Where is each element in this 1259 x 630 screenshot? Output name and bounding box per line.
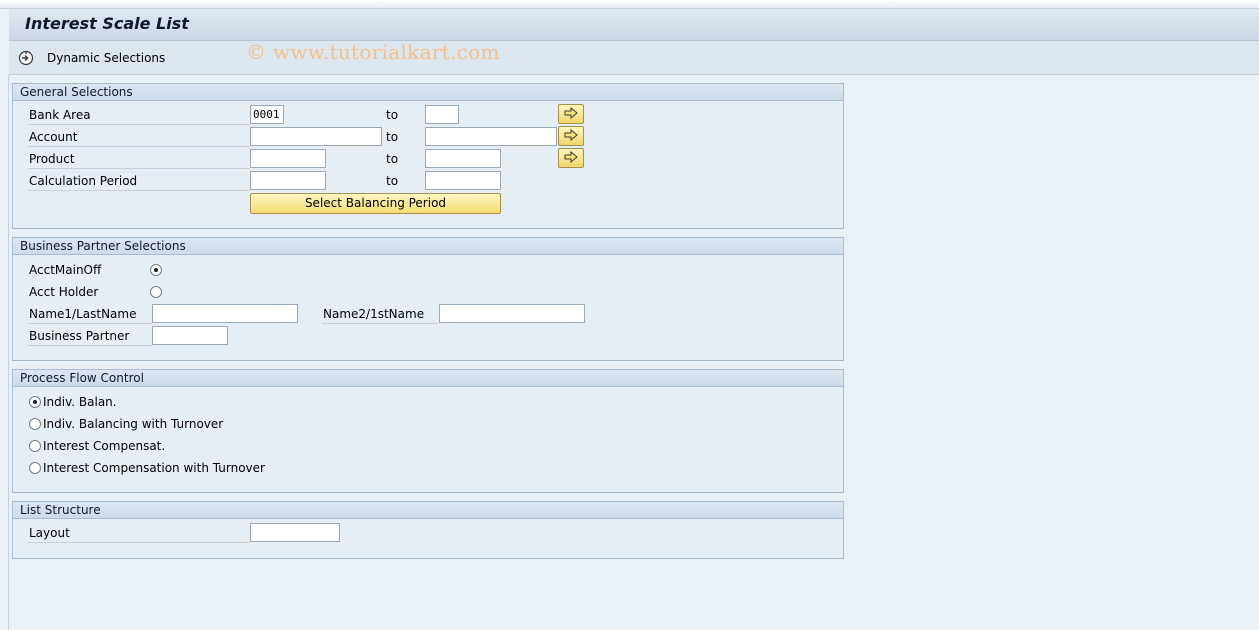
layout-input[interactable] (250, 523, 340, 542)
arrow-right-icon (564, 150, 578, 166)
calculation-period-to-input[interactable] (425, 171, 501, 190)
interest-compensation-turnover-radio[interactable] (29, 462, 41, 474)
window-top-strip (0, 0, 1259, 9)
product-from-input[interactable] (250, 149, 326, 168)
bank-area-to-input[interactable] (425, 105, 459, 124)
business-partner-label: Business Partner (29, 329, 130, 343)
bank-area-from-input[interactable]: 0001 (250, 105, 284, 124)
name1-label-cell: Name1/LastName (28, 304, 152, 324)
title-bar: Interest Scale List (9, 9, 1259, 41)
acct-main-off-label: AcctMainOff (29, 263, 102, 277)
business-partner-input[interactable] (152, 326, 228, 345)
account-from-input[interactable] (250, 127, 382, 146)
product-label: Product (29, 152, 75, 166)
general-selections-header: General Selections (13, 84, 843, 101)
acct-main-off-radio[interactable] (150, 264, 162, 276)
general-selections-group: General Selections Bank Area 0001 to Acc… (12, 83, 844, 229)
account-label-cell: Account (28, 127, 250, 147)
account-to-label: to (386, 130, 399, 144)
interest-compensat-label: Interest Compensat. (43, 439, 166, 453)
process-flow-control-group: Process Flow Control Indiv. Balan. Indiv… (12, 369, 844, 493)
business-partner-selections-header: Business Partner Selections (13, 238, 843, 255)
process-flow-control-header: Process Flow Control (13, 370, 843, 387)
calculation-period-label-cell: Calculation Period (28, 171, 250, 191)
dynamic-selections-label: Dynamic Selections (47, 51, 166, 65)
product-label-cell: Product (28, 149, 250, 169)
layout-label-cell: Layout (28, 523, 250, 543)
watermark: © www.tutorialkart.com (246, 40, 500, 64)
bank-area-multiple-selection-button[interactable] (558, 104, 584, 124)
bank-area-label: Bank Area (29, 108, 91, 122)
product-to-label: to (386, 152, 399, 166)
indiv-balancing-turnover-radio[interactable] (29, 418, 41, 430)
business-partner-label-cell: Business Partner (28, 326, 152, 346)
radio-selected-dot (154, 268, 158, 272)
page-title: Interest Scale List (25, 14, 189, 33)
name2-label-cell: Name2/1stName (322, 304, 438, 324)
interest-compensation-turnover-label: Interest Compensation with Turnover (43, 461, 265, 475)
acct-holder-radio[interactable] (150, 286, 162, 298)
bank-area-label-cell: Bank Area (28, 105, 250, 125)
name1-input[interactable] (152, 304, 298, 323)
application-toolbar: Dynamic Selections (9, 41, 1259, 75)
acct-holder-label: Acct Holder (29, 285, 99, 299)
arrow-right-icon (564, 106, 578, 122)
account-to-input[interactable] (425, 127, 557, 146)
indiv-balancing-turnover-label: Indiv. Balancing with Turnover (43, 417, 224, 431)
arrow-right-icon (564, 128, 578, 144)
indiv-balan-radio[interactable] (29, 396, 41, 408)
select-balancing-period-button[interactable]: Select Balancing Period (250, 193, 501, 214)
product-to-input[interactable] (425, 149, 501, 168)
account-label: Account (29, 130, 78, 144)
list-structure-group: List Structure Layout (12, 501, 844, 559)
indiv-balan-label: Indiv. Balan. (43, 395, 117, 409)
name2-input[interactable] (439, 304, 585, 323)
list-structure-header: List Structure (13, 502, 843, 519)
radio-selected-dot (33, 400, 37, 404)
calculation-period-to-label: to (386, 174, 399, 188)
layout-label: Layout (29, 526, 70, 540)
interest-compensat-radio[interactable] (29, 440, 41, 452)
account-multiple-selection-button[interactable] (558, 126, 584, 146)
dynamic-selections-icon (17, 49, 35, 67)
left-border (8, 75, 9, 630)
name1-label: Name1/LastName (29, 307, 137, 321)
bank-area-to-label: to (386, 108, 399, 122)
dynamic-selections-button[interactable]: Dynamic Selections (17, 47, 165, 69)
business-partner-selections-group: Business Partner Selections AcctMainOff … (12, 237, 844, 361)
name2-label: Name2/1stName (323, 307, 425, 321)
calculation-period-from-input[interactable] (250, 171, 326, 190)
calculation-period-label: Calculation Period (29, 174, 138, 188)
product-multiple-selection-button[interactable] (558, 148, 584, 168)
